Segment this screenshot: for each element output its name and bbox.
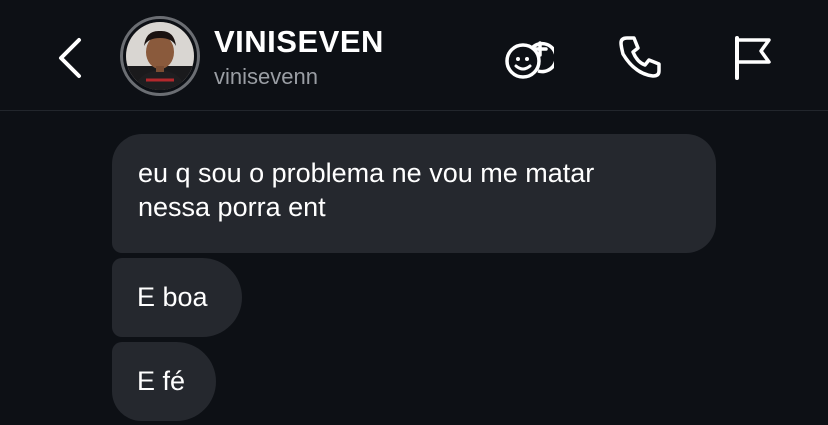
report-button[interactable] [724, 29, 780, 85]
chevron-left-icon [59, 38, 81, 78]
header-divider [0, 110, 828, 111]
flag-icon [735, 36, 771, 80]
message-bubble[interactable]: E boa [112, 258, 242, 337]
chat-header: VINISEVEN vinisevenn [0, 0, 828, 110]
chat-username: vinisevenn [214, 64, 318, 89]
back-button[interactable] [50, 34, 90, 82]
message-bubble[interactable]: E fé [112, 342, 216, 421]
message-text: E boa [137, 282, 208, 312]
message-text: E fé [137, 366, 186, 396]
chat-title: VINISEVEN [214, 24, 384, 59]
avatar-image [126, 22, 194, 90]
chat-screen: VINISEVEN vinisevenn eu q sou o problema… [0, 0, 828, 425]
call-button[interactable] [612, 29, 668, 85]
phone-icon [619, 36, 661, 78]
message-text: eu q sou o problema ne vou me matar ness… [138, 158, 595, 222]
games-button[interactable] [500, 28, 556, 84]
avatar[interactable] [120, 16, 200, 96]
games-icon [505, 41, 554, 79]
message-bubble[interactable]: eu q sou o problema ne vou me matar ness… [112, 134, 716, 253]
